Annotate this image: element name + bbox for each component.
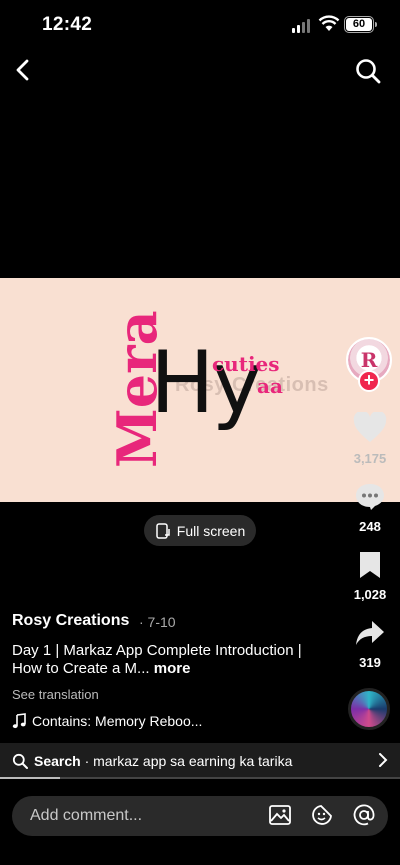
fullscreen-icon — [156, 522, 170, 539]
bookmark-icon — [360, 552, 380, 578]
share-arrow-icon — [356, 621, 384, 645]
back-arrow-icon[interactable] — [10, 56, 38, 84]
mention-icon[interactable] — [352, 803, 376, 827]
music-disc[interactable] — [348, 688, 390, 730]
comment-count: 248 — [359, 519, 381, 534]
search-small-icon — [12, 753, 28, 769]
video-progress-fill — [0, 777, 60, 779]
signal-icon — [292, 19, 310, 33]
status-time: 12:42 — [42, 14, 93, 35]
video-text-aa: aa — [257, 374, 283, 398]
save-button[interactable]: 1,028 — [340, 550, 400, 602]
sound-label: Contains: Memory Reboo... — [32, 713, 203, 729]
save-count: 1,028 — [353, 587, 387, 602]
video-progress-bar[interactable] — [0, 777, 400, 779]
post-caption[interactable]: Day 1 | Markaz App Complete Introduction… — [12, 642, 332, 678]
video-text-cuties: cuties — [212, 352, 280, 376]
comment-icon — [356, 484, 384, 510]
battery-level: 60 — [346, 18, 372, 31]
search-query: · markaz app sa earning ka tarika — [84, 753, 293, 769]
comment-placeholder: Add comment... — [30, 807, 143, 824]
search-prefix: Search — [34, 753, 81, 769]
follow-plus-button[interactable]: + — [358, 370, 380, 392]
comment-input[interactable]: Add comment... — [12, 796, 388, 836]
see-translation-link[interactable]: See translation — [12, 687, 99, 702]
image-icon[interactable] — [268, 803, 292, 827]
battery-icon: 60 — [344, 16, 377, 33]
search-suggestion-bar[interactable]: Search · markaz app sa earning ka tarika — [0, 743, 400, 779]
chevron-right-icon — [379, 753, 388, 767]
search-icon[interactable] — [354, 57, 382, 85]
author-name[interactable]: Rosy Creations — [12, 612, 129, 630]
post-date: · 7-10 — [139, 614, 176, 630]
like-count: 3,175 — [353, 451, 387, 466]
music-note-icon — [12, 713, 26, 729]
emoji-icon[interactable] — [310, 803, 334, 827]
fullscreen-button[interactable]: Full screen — [144, 515, 256, 546]
comment-button[interactable]: 248 — [340, 482, 400, 534]
sound-info[interactable]: Contains: Memory Reboo... — [12, 713, 202, 729]
heart-icon — [353, 410, 387, 442]
caption-more-link[interactable]: more — [154, 660, 191, 677]
status-bar: 12:42 60 — [0, 0, 400, 52]
share-button[interactable]: 319 — [340, 618, 400, 670]
wifi-icon — [318, 15, 340, 31]
fullscreen-label: Full screen — [176, 522, 246, 539]
share-count: 319 — [359, 655, 381, 670]
like-button[interactable]: 3,175 — [340, 410, 400, 466]
